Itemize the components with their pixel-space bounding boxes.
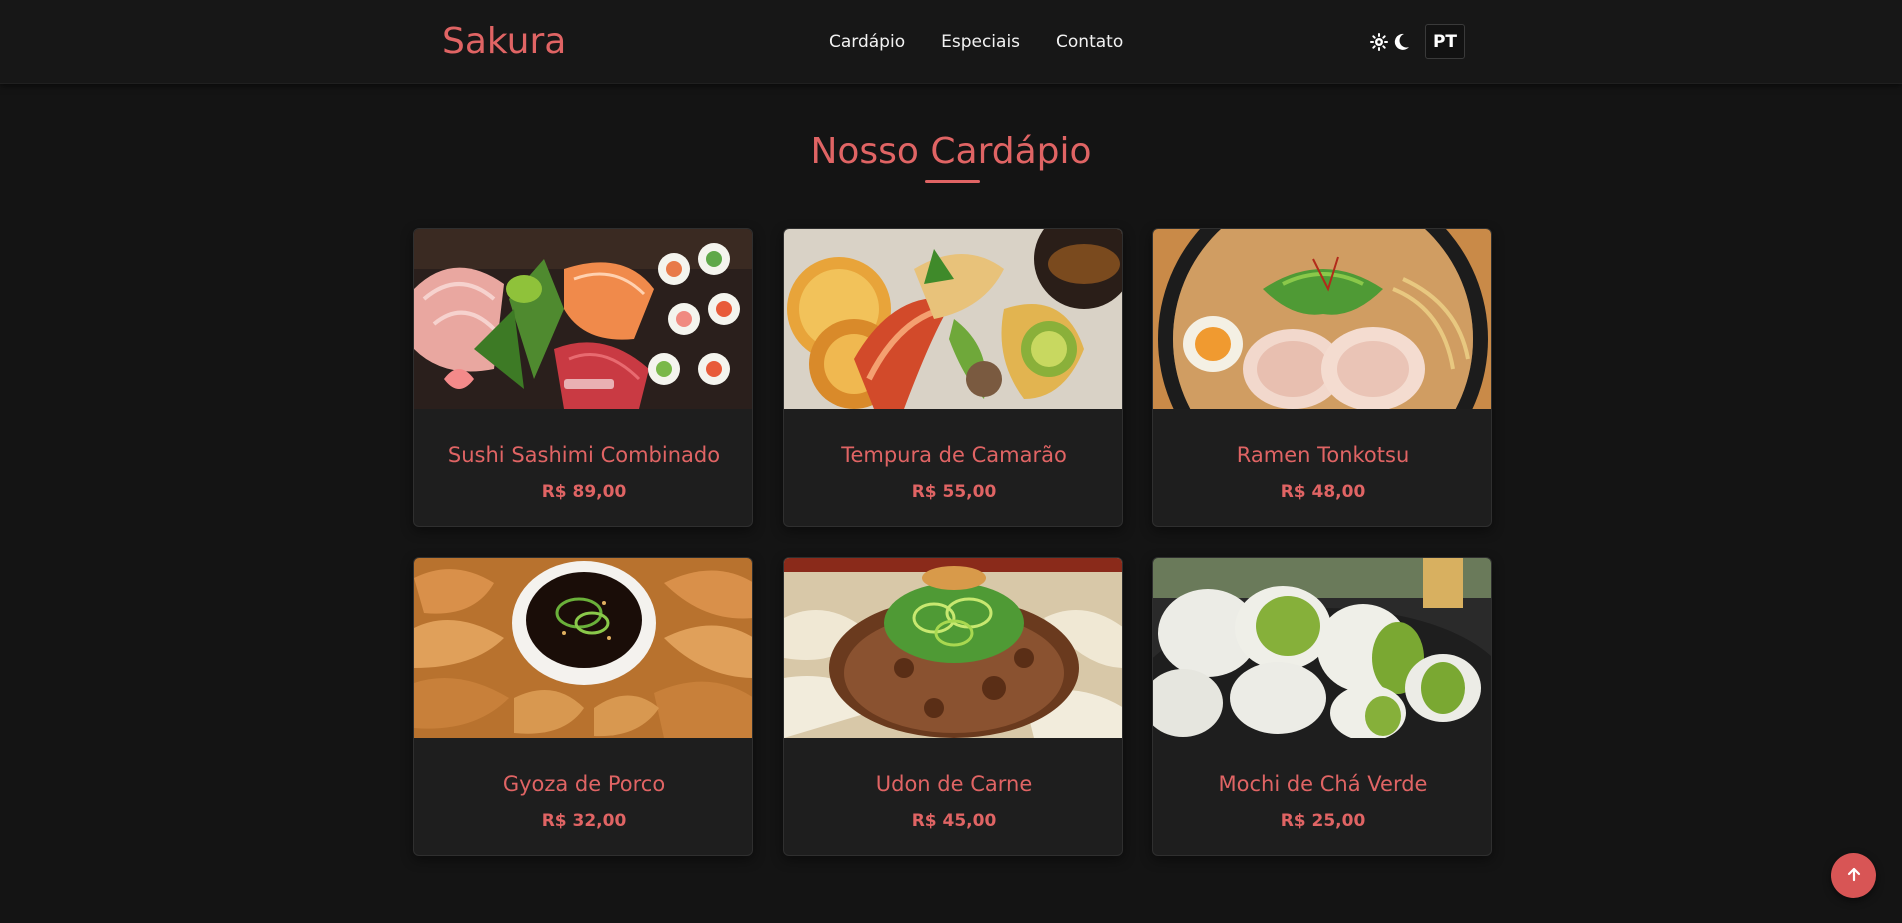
menu-item-price: R$ 55,00 [911,482,997,502]
menu-item-name: Sushi Sashimi Combinado [447,443,721,467]
menu-item-name: Ramen Tonkotsu [1236,443,1410,467]
title-underline [925,180,980,183]
sun-icon [1370,33,1388,51]
menu-item-name: Tempura de Camarão [841,443,1067,467]
arrow-up-icon [1846,866,1862,886]
menu-item-price: R$ 89,00 [541,482,627,502]
moon-icon [1394,33,1410,51]
brand-logo[interactable]: Sakura [442,20,566,64]
menu-item-price: R$ 25,00 [1280,811,1366,831]
menu-title: Nosso Cardápio [810,131,1092,172]
menu-card-image [1153,229,1491,409]
language-button[interactable]: PT [1425,24,1465,59]
menu-item-price: R$ 45,00 [911,811,997,831]
menu-card-ramen[interactable]: Ramen Tonkotsu R$ 48,00 [1152,228,1492,527]
menu-card-image [784,229,1122,409]
menu-item-price: R$ 48,00 [1280,482,1366,502]
menu-card-image [784,558,1122,738]
back-to-top-button[interactable] [1831,853,1876,898]
menu-card-tempura[interactable]: Tempura de Camarão R$ 55,00 [783,228,1123,527]
menu-card-mochi[interactable]: Mochi de Chá Verde R$ 25,00 [1152,557,1492,856]
menu-item-name: Udon de Carne [875,772,1033,796]
nav-link-especiais[interactable]: Especiais [941,30,1020,54]
site-header: Sakura Cardápio Especiais Contato PT [0,0,1902,84]
menu-card-image [414,229,752,409]
menu-item-name: Mochi de Chá Verde [1218,772,1428,796]
menu-card-sushi[interactable]: Sushi Sashimi Combinado R$ 89,00 [413,228,753,527]
nav-link-cardapio[interactable]: Cardápio [829,30,905,54]
menu-item-price: R$ 32,00 [541,811,627,831]
nav-link-contato[interactable]: Contato [1056,30,1123,54]
theme-toggle[interactable] [1370,30,1410,54]
menu-card-udon[interactable]: Udon de Carne R$ 45,00 [783,557,1123,856]
menu-item-name: Gyoza de Porco [502,772,666,796]
menu-card-image [1153,558,1491,738]
menu-card-gyoza[interactable]: Gyoza de Porco R$ 32,00 [413,557,753,856]
menu-card-image [414,558,752,738]
main-nav: Cardápio Especiais Contato [829,30,1123,54]
